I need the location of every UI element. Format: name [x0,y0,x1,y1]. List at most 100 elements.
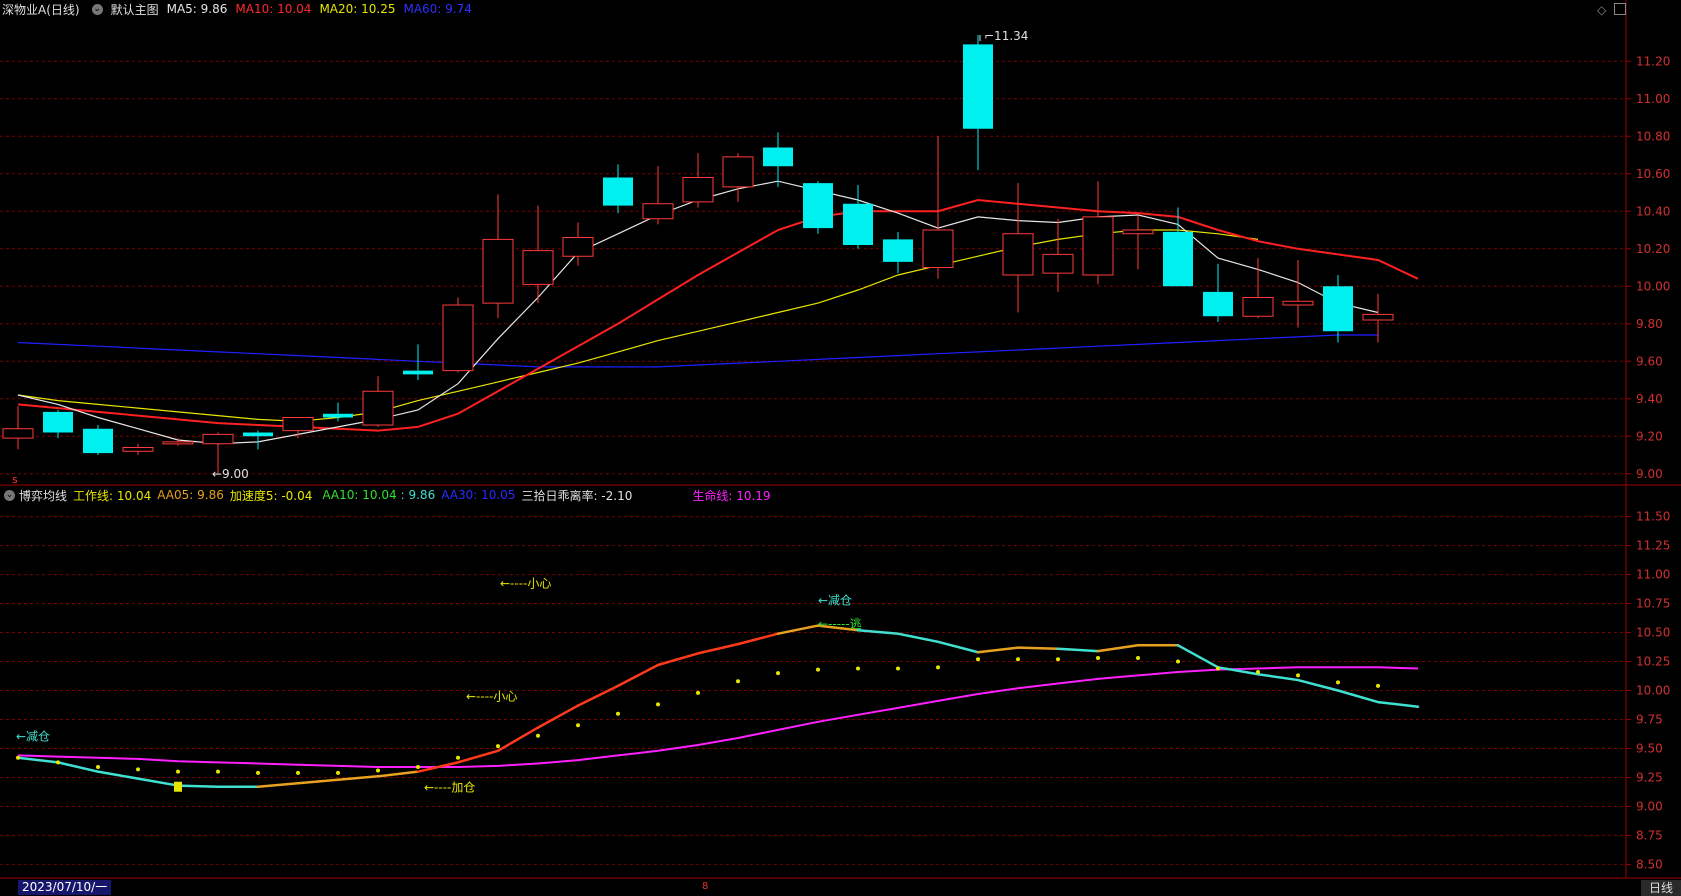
indicator-name[interactable]: 博弈均线 [19,487,67,504]
work-line-segment [1376,700,1420,708]
candle-body-up [1002,233,1034,276]
work-line-segment [1096,644,1140,653]
template-label[interactable]: 默认主图 [111,1,159,18]
work-line-segment [1056,647,1100,653]
indicator-dot [376,768,380,773]
candle-body-up [522,250,554,285]
candle-body-down [43,411,73,433]
indicator-dot [176,769,180,774]
work-line-segment [136,777,180,787]
price-axis-label: 9.80 [1636,317,1663,331]
indicator-axis-label: 9.25 [1636,770,1663,784]
candle-body-down [83,428,113,454]
stock-name[interactable]: 深物业A(日线) [2,1,80,18]
price-axis-label: 9.20 [1636,429,1663,443]
work-line-segment [496,726,540,753]
indicator-axis-label: 9.50 [1636,741,1663,755]
diamond-icon[interactable]: ◇ [1597,3,1606,17]
work-line-segment [1176,644,1220,669]
ma20-label: MA20: 10.25 [319,2,396,16]
s-marker: s [12,473,18,486]
indicator-dot [696,690,700,695]
price-axis-label: 9.40 [1636,392,1663,406]
period-button[interactable]: 日线 [1641,880,1681,896]
accel-label: 加速度5: -0.04 [229,488,313,503]
candle-body-up [162,441,194,445]
candle-body-up [482,238,514,304]
indicator-dot [1296,673,1300,678]
indicator-dot [1056,657,1060,662]
indicator-dot [1216,666,1220,671]
chart-canvas[interactable]: 11.20 11.00 10.80 10.60 10.40 10.20 10.00 9.80 9… [0,0,1681,896]
work-line-segment [896,632,940,644]
indicator-dot [416,765,420,770]
candle-body-down [843,203,873,245]
indicator-dot [336,770,340,775]
aa05-label: AA05: 9.86 [157,488,224,502]
indicator-dot [456,755,460,760]
candle-body-up [1042,253,1074,274]
indicator-axis-label: 11.25 [1636,539,1670,553]
indicator-axis-label: 10.50 [1636,626,1670,640]
candle-body-up [562,237,594,257]
candle-body-up [682,177,714,203]
work-line-segment [576,684,620,707]
candle-body-up [922,229,954,268]
window-square-icon[interactable] [1614,3,1626,15]
candle-body-up [1282,300,1314,306]
axis-tick-marker: 8 [702,881,709,892]
annotation-careful-2: ←----小心 [466,690,517,704]
indicator-dot [856,666,860,671]
indicator-axis-label: 10.75 [1636,597,1670,611]
ma10-label: MA10: 10.04 [235,2,312,16]
annotation-escape: ←-----逃 [818,617,862,631]
indicator-dot [496,744,500,749]
indicator-dot [976,657,980,662]
indicator-dot [576,723,580,728]
indicator-settings-icon[interactable]: ⌄ [4,489,15,501]
candle-body-up [1242,297,1274,317]
candle-body-up [442,304,474,372]
indicator-dot [936,665,940,670]
candle-body-down [403,370,433,375]
indicator-dot [1136,656,1140,661]
work-line-segment [936,640,980,654]
indicator-dot [1176,659,1180,664]
indicator-dot [776,671,780,676]
work-line-segment [1256,673,1300,682]
work-line-segment [16,756,60,764]
price-axis-label: 10.60 [1636,167,1670,181]
candle-body-down [1203,291,1233,317]
price-axis-label: 9.60 [1636,354,1663,368]
price-axis-label: 10.00 [1636,279,1670,293]
life-line-label: 生命线: 10.19 [692,488,771,503]
settings-circle-icon[interactable]: ⌄ [91,3,103,15]
ma5-line [17,180,1379,445]
ma60-line [17,334,1378,368]
work-line-segment [656,652,700,667]
indicator-axis-label: 10.00 [1636,684,1670,698]
candle-body-down [243,432,273,437]
work-line-segment [336,775,380,782]
indicator-dot [616,711,620,716]
indicator-dot [16,755,20,760]
indicator-dot [736,679,740,684]
work-line-segment [536,704,580,729]
indicator-axis-label: 11.00 [1636,568,1670,582]
price-axis-label: 10.40 [1636,204,1670,218]
work-line-segment [1296,678,1340,692]
indicator-dot [1336,680,1340,685]
candle-body-up [282,417,314,432]
indicator-dot [1256,669,1260,674]
candle-body-down [883,239,913,262]
candle-body-up [202,433,234,445]
candle-body-up [722,156,754,188]
indicator-axis-label: 8.50 [1636,857,1663,871]
work-line-segment [976,646,1020,654]
candle-body-up [1362,313,1394,321]
annotation-careful-1: ←----小心 [500,576,551,590]
candle-body-down [1163,231,1193,287]
candle-body-up [122,447,154,452]
low-price-label: ←9.00 [212,467,249,481]
crosshair-date: 2023/07/10/一 [18,880,112,895]
